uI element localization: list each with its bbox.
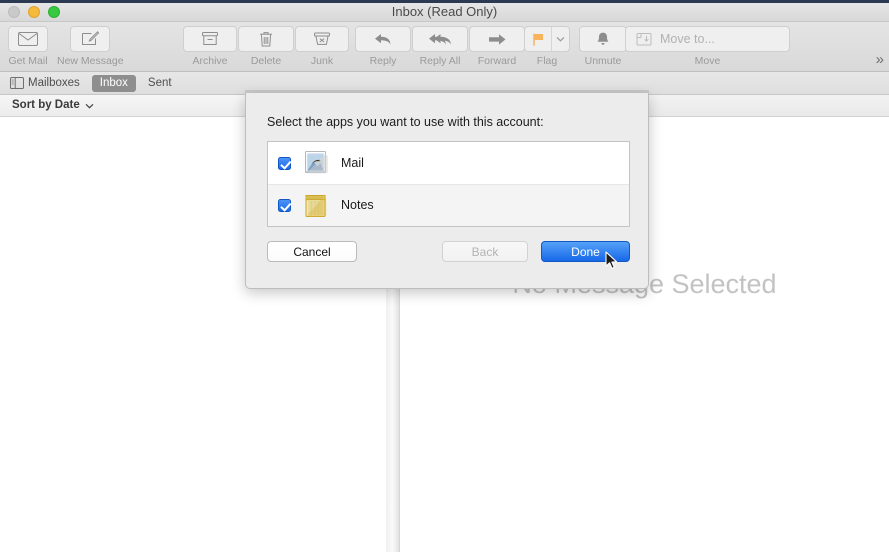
reply-button[interactable]: Reply [355, 26, 411, 67]
mail-app-icon [303, 150, 329, 176]
junk-label: Junk [311, 55, 333, 67]
new-message-button[interactable]: New Message [57, 26, 124, 67]
toolbar-group-compose: Get Mail New Message [8, 26, 124, 67]
window-titlebar: Inbox (Read Only) [0, 0, 889, 22]
sheet-button-row: Cancel Back Done [246, 241, 650, 271]
archive-button[interactable]: Archive [183, 26, 237, 67]
toolbar-group-manage: Archive Delete [183, 26, 349, 67]
mailbox-tab-inbox[interactable]: Inbox [92, 75, 136, 92]
forward-arrow-icon [487, 32, 507, 47]
flag-label: Flag [537, 55, 557, 67]
forward-button[interactable]: Forward [469, 26, 525, 67]
reply-arrow-icon [373, 32, 393, 47]
compose-icon [81, 31, 99, 47]
delete-button[interactable]: Delete [238, 26, 294, 67]
sheet-prompt-text: Select the apps you want to use with thi… [267, 115, 544, 130]
trash-icon [259, 31, 273, 48]
mailbox-tab-sent[interactable]: Sent [140, 75, 180, 92]
new-message-label: New Message [57, 55, 124, 67]
toolbar-group-respond: Reply Reply All Forward [355, 26, 525, 67]
flag-button-face[interactable] [525, 27, 552, 51]
flag-dropdown-button[interactable] [552, 27, 569, 51]
toolbar-group-mark: Flag Unmute [524, 26, 627, 67]
mail-checkbox[interactable] [278, 157, 291, 170]
get-mail-label: Get Mail [8, 55, 47, 67]
envelope-icon [18, 32, 38, 46]
app-name-notes: Notes [341, 198, 374, 213]
move-to-label: Move to... [660, 32, 715, 46]
junk-button[interactable]: Junk [295, 26, 349, 67]
archive-label: Archive [192, 55, 227, 67]
mailboxes-toggle-button[interactable]: Mailboxes [10, 75, 88, 92]
app-row-mail[interactable]: Mail [268, 142, 629, 184]
mailboxes-label: Mailboxes [28, 75, 88, 92]
flag-button[interactable]: Flag [524, 26, 570, 67]
chevron-down-icon [85, 103, 94, 109]
toolbar-overflow-button[interactable]: » [876, 52, 883, 67]
back-button: Back [442, 241, 528, 262]
cancel-button[interactable]: Cancel [267, 241, 357, 262]
flag-icon [531, 32, 545, 47]
window-title: Inbox (Read Only) [0, 3, 889, 20]
notes-app-icon [303, 193, 329, 219]
move-to-icon [636, 32, 652, 47]
unmute-label: Unmute [585, 55, 622, 67]
notes-checkbox[interactable] [278, 199, 291, 212]
app-row-notes[interactable]: Notes [268, 184, 629, 226]
bell-icon [596, 31, 610, 47]
reply-all-button[interactable]: Reply All [412, 26, 468, 67]
chevron-down-icon [556, 36, 565, 42]
done-button[interactable]: Done [541, 241, 630, 262]
unmute-button[interactable]: Unmute [579, 26, 627, 67]
sort-by-label: Sort by Date [12, 99, 80, 112]
move-group-label: Move [625, 55, 790, 67]
app-selection-list: Mail Notes [267, 141, 630, 227]
account-apps-sheet: Select the apps you want to use with thi… [245, 93, 649, 289]
archive-box-icon [201, 31, 219, 47]
reply-all-arrow-icon [428, 32, 452, 47]
forward-label: Forward [478, 55, 517, 67]
toolbar-group-move: Move to... Move [625, 26, 790, 67]
move-to-button[interactable]: Move to... [625, 26, 790, 52]
reply-all-label: Reply All [420, 55, 461, 67]
delete-label: Delete [251, 55, 281, 67]
get-mail-button[interactable]: Get Mail [8, 26, 48, 67]
main-toolbar: Get Mail New Message [0, 22, 889, 72]
junk-box-icon [313, 31, 331, 47]
app-name-mail: Mail [341, 156, 364, 171]
reply-label: Reply [370, 55, 397, 67]
mail-window: Inbox (Read Only) Get Mail [0, 0, 889, 552]
sidebar-icon [10, 77, 24, 89]
